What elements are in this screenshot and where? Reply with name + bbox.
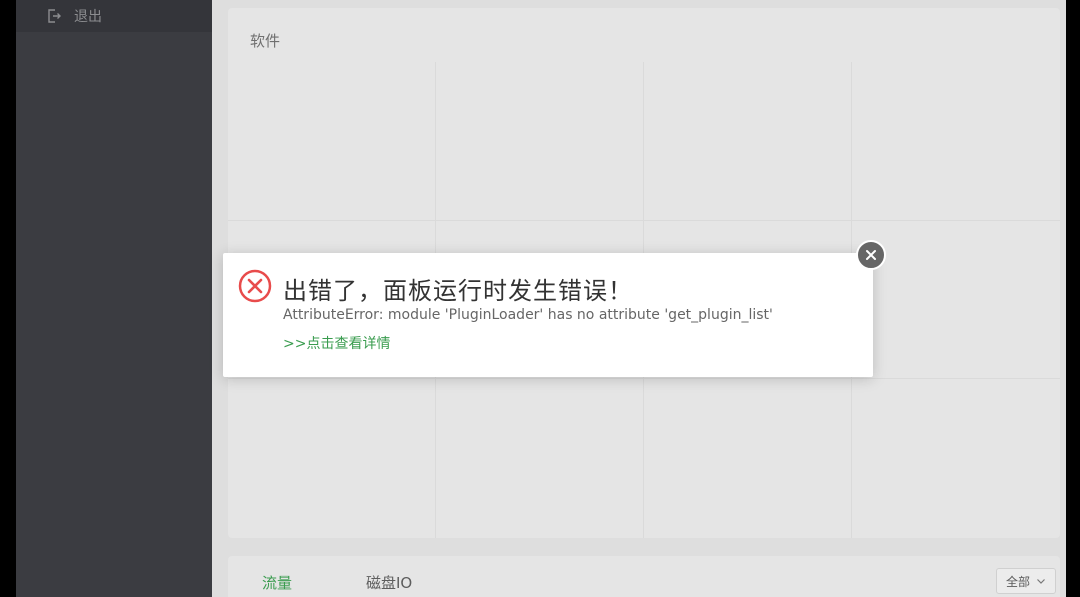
close-icon [865, 249, 877, 261]
sidebar-item-label: 退出 [74, 9, 102, 25]
traffic-panel: 流量 磁盘IO 全部 [228, 556, 1060, 597]
range-select-value: 全部 [1005, 574, 1030, 589]
grid-cell [852, 379, 1060, 538]
chevron-down-icon [1036, 576, 1046, 586]
sidebar-item-logout[interactable]: 退出 [16, 0, 212, 32]
error-title: 出错了，面板运行时发生错误！ [283, 277, 633, 305]
error-x-icon [238, 269, 272, 303]
grid-cell [436, 379, 644, 538]
grid-cell [644, 62, 852, 221]
grid-cell [436, 62, 644, 221]
logout-icon [46, 8, 62, 24]
grid-cell [228, 62, 436, 221]
close-dialog-button[interactable] [856, 240, 886, 270]
tab-disk-io[interactable]: 磁盘IO [366, 572, 412, 593]
error-message: AttributeError: module 'PluginLoader' ha… [283, 307, 773, 323]
view-details-link[interactable]: >>点击查看详情 [283, 333, 390, 353]
grid-cell [644, 379, 852, 538]
panel-title: 软件 [250, 32, 281, 50]
sidebar: 退出 [16, 0, 212, 597]
app-window: 退出 软件 流量 磁盘IO 全部 出错了，面板运行时发生错误！ Attribut… [16, 0, 1066, 597]
grid-cell [228, 379, 436, 538]
grid-cell [852, 62, 1060, 221]
tab-traffic[interactable]: 流量 [262, 572, 292, 593]
error-dialog: 出错了，面板运行时发生错误！ AttributeError: module 'P… [223, 253, 873, 377]
range-select[interactable]: 全部 [996, 568, 1056, 594]
grid-cell [852, 221, 1060, 380]
